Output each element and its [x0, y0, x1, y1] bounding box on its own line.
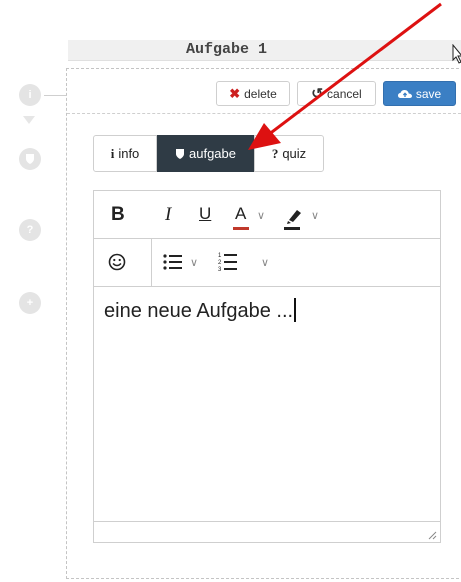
step-connector-line: [44, 95, 66, 96]
shield-icon: [176, 148, 184, 159]
step-add-circle[interactable]: +: [19, 292, 41, 314]
highlight-color-swatch: [284, 227, 300, 230]
mouse-cursor-icon: [452, 44, 461, 64]
save-button[interactable]: save: [383, 81, 456, 106]
step-add-glyph: +: [26, 297, 34, 309]
editor-status-bar: [94, 521, 440, 543]
info-icon: i: [110, 145, 115, 161]
tab-quiz[interactable]: ? quiz: [254, 135, 324, 172]
text-caret: [294, 298, 297, 322]
step-info-circle[interactable]: i: [19, 84, 41, 106]
chevron-down-icon[interactable]: ∨: [257, 209, 265, 222]
tab-aufgabe-label: aufgabe: [189, 146, 236, 161]
italic-button[interactable]: I: [165, 204, 171, 226]
chevron-down-icon[interactable]: ∨: [190, 256, 198, 269]
cancel-button-label: cancel: [327, 86, 362, 101]
cloud-upload-icon: [397, 89, 412, 98]
svg-text:2: 2: [218, 260, 222, 266]
editor-toolbar-row-1: B I U A ∨ ∨: [94, 191, 440, 239]
step-quiz-glyph: ?: [26, 224, 34, 236]
delete-button-label: delete: [244, 86, 277, 101]
question-icon: ?: [271, 145, 279, 161]
save-button-label: save: [415, 86, 442, 101]
underline-button[interactable]: U: [199, 204, 211, 224]
tab-quiz-label: quiz: [282, 146, 307, 161]
tab-info[interactable]: i info: [93, 135, 157, 172]
step-down-arrow-icon: [23, 116, 35, 124]
cancel-button[interactable]: ↺ cancel: [297, 81, 376, 106]
tab-aufgabe[interactable]: aufgabe: [157, 135, 254, 172]
shield-icon: [26, 154, 34, 164]
undo-icon: ↺: [311, 85, 324, 101]
numbered-list-icon[interactable]: 1 2 3: [218, 251, 238, 273]
emoji-icon[interactable]: [108, 253, 126, 271]
editor-content-text: eine neue Aufgabe ...: [104, 300, 294, 322]
toolbar-separator: [151, 239, 152, 286]
resize-handle-icon[interactable]: [427, 530, 437, 540]
delete-button[interactable]: ✖ delete: [216, 81, 290, 106]
svg-text:1: 1: [218, 253, 222, 259]
font-color-swatch: [233, 227, 249, 230]
bulleted-list-icon[interactable]: [163, 254, 183, 270]
panel-title: Aufgabe 1: [185, 41, 267, 58]
chevron-down-icon[interactable]: ∨: [261, 256, 269, 269]
editor-toolbar-row-2: ∨ 1 2 3 ∨: [94, 238, 440, 287]
chevron-down-icon[interactable]: ∨: [311, 209, 319, 222]
editor-content-area[interactable]: eine neue Aufgabe ...: [104, 298, 297, 323]
step-info-glyph: i: [28, 89, 32, 101]
bold-button[interactable]: B: [111, 204, 125, 226]
close-icon: ✖: [229, 85, 241, 101]
tab-info-label: info: [118, 146, 140, 161]
step-quiz-circle[interactable]: ?: [19, 219, 41, 241]
font-color-button[interactable]: A: [235, 204, 246, 224]
panel-header-divider: [67, 113, 461, 115]
svg-text:3: 3: [218, 267, 222, 273]
highlighter-icon[interactable]: [285, 206, 305, 226]
step-aufgabe-circle[interactable]: [19, 148, 41, 170]
